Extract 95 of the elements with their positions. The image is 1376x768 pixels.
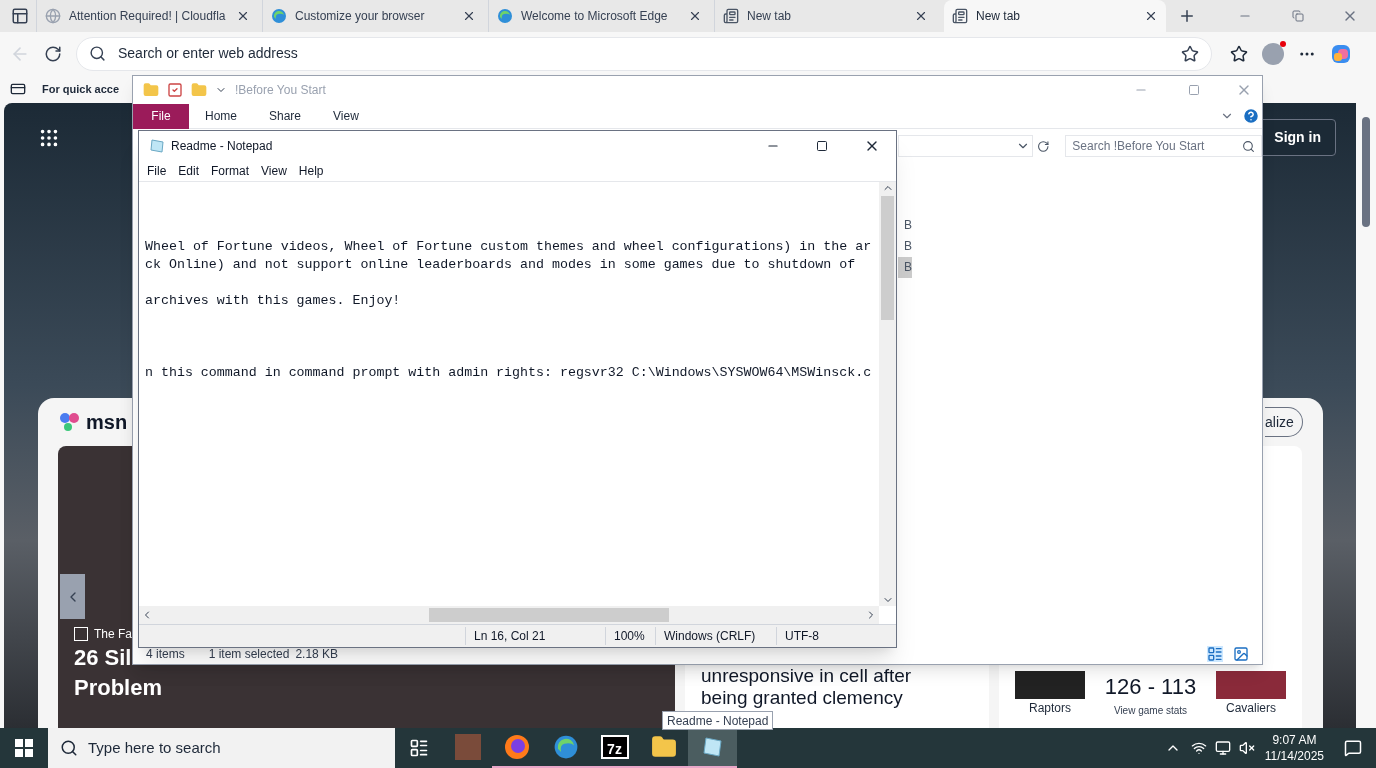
story-headline: being granted clemency <box>701 687 904 709</box>
notifications-icon[interactable] <box>1344 739 1362 757</box>
taskbar-app[interactable] <box>688 728 737 768</box>
search-icon <box>60 739 78 757</box>
close-icon[interactable] <box>236 9 250 23</box>
status-text: 4 items <box>146 646 185 663</box>
checkbox-icon[interactable] <box>167 82 183 98</box>
source-logo-icon <box>74 627 88 641</box>
text-line: archives with this games. Enjoy! <box>145 292 402 310</box>
ribbon-tab[interactable]: File <box>133 103 189 129</box>
menu-item[interactable]: File <box>141 162 173 180</box>
source-label: The Fa <box>94 626 132 643</box>
card-icon[interactable] <box>10 81 26 97</box>
window-title: Readme - Notepad <box>171 138 273 155</box>
scroll-thumb[interactable] <box>429 608 669 622</box>
notepad-icon <box>149 138 165 154</box>
archiver-logo: 7z <box>600 735 629 759</box>
hero-headline: Problem <box>74 674 163 702</box>
vertical-scrollbar[interactable] <box>879 182 896 606</box>
status-text: Ln 16, Col 21 <box>465 627 605 645</box>
ribbon-tab[interactable]: Home <box>189 103 253 129</box>
photo-placeholder <box>454 734 481 760</box>
browser-tab[interactable]: New tab <box>944 0 1166 32</box>
browser-logo-icon <box>271 8 287 24</box>
game-score: 126 - 113 <box>1104 673 1197 701</box>
size-cell-text: B <box>903 217 912 234</box>
favorites-icon[interactable] <box>1230 44 1248 63</box>
close-icon[interactable] <box>1144 9 1158 23</box>
taskbar-app[interactable]: 7z <box>590 728 639 768</box>
refresh-icon[interactable] <box>1036 139 1050 153</box>
close-icon[interactable] <box>688 9 702 23</box>
size-cell: B <box>898 257 912 278</box>
details-view-icon[interactable] <box>1207 646 1223 662</box>
hero-headline: 26 Sil <box>74 644 132 672</box>
search-icon <box>89 45 106 62</box>
team-logo <box>1216 671 1286 699</box>
globe-icon <box>45 8 61 24</box>
scroll-thumb[interactable] <box>881 196 894 320</box>
notepad-icon <box>700 735 725 759</box>
monitor-icon[interactable] <box>1214 740 1231 756</box>
menu-item[interactable]: Format <box>205 162 256 180</box>
size-cell-text: B <box>903 238 912 255</box>
taskbar-search-field[interactable]: Type here to search <box>48 728 395 768</box>
status-text: 2.18 KB <box>295 646 339 663</box>
text-line: ck Online) and not support online leaderboards and modes in some games due to shutdown of <box>145 256 857 274</box>
status-text: Windows (CRLF) <box>655 627 776 645</box>
fox-logo-icon <box>503 734 530 760</box>
refresh-icon[interactable] <box>44 44 62 63</box>
network-icon[interactable] <box>1190 740 1207 756</box>
close-icon[interactable] <box>914 9 928 23</box>
story-headline: unresponsive in cell after <box>701 665 913 687</box>
ribbon-tab[interactable]: View <box>317 103 375 129</box>
menu-item[interactable]: View <box>255 162 293 180</box>
team-name: Cavaliers <box>1226 700 1276 717</box>
menu-item[interactable]: Edit <box>172 162 206 180</box>
new-tab-icon[interactable] <box>1178 7 1196 25</box>
browser-logo-icon <box>497 8 513 24</box>
start-logo-icon[interactable] <box>15 739 33 757</box>
status-text: UTF-8 <box>776 627 886 645</box>
clock[interactable]: 9:07 AM 11/14/2025 <box>1258 732 1330 764</box>
search-icon <box>1242 139 1255 153</box>
tab-actions-icon[interactable] <box>11 7 29 25</box>
address-field[interactable]: Search or enter web address <box>76 36 1212 71</box>
restore-icon[interactable] <box>1292 10 1304 22</box>
team-logo <box>1015 671 1085 699</box>
text-line: Wheel of Fortune videos, Wheel of Fortune custom themes and wheel configurations) in the ar <box>145 238 873 256</box>
folder-icon <box>143 82 159 98</box>
menu-item[interactable]: Help <box>292 162 330 180</box>
page-icon <box>723 8 739 24</box>
large-icons-view-icon[interactable] <box>1233 646 1249 662</box>
task-view-icon[interactable] <box>409 738 429 758</box>
msn-logo-text: msn <box>86 410 128 435</box>
status-text: 1 item selected <box>208 646 290 663</box>
window-title: !Before You Start <box>235 82 326 99</box>
muted-speaker-icon[interactable] <box>1238 740 1255 756</box>
text-line: n this command in command prompt with admin rights: regsvr32 C:\Windows\SYSWOW64\MSWinsck.c <box>145 364 873 382</box>
butterfly-logo-icon <box>58 410 82 434</box>
favorites-bar-text: For quick acce <box>42 81 120 97</box>
browser-logo-icon <box>552 734 579 760</box>
favorite-star-icon[interactable] <box>1181 44 1199 63</box>
tooltip: Readme - Notepad <box>662 711 774 730</box>
horizontal-scrollbar[interactable] <box>139 606 879 624</box>
ribbon-tab[interactable]: Share <box>253 103 318 129</box>
game-stats-link[interactable]: View game stats <box>1113 703 1188 718</box>
help-icon[interactable] <box>1242 107 1260 125</box>
folder-icon <box>650 734 677 760</box>
profile-avatar[interactable] <box>1262 42 1284 65</box>
explorer-search-field[interactable]: Search !Before You Start <box>1065 135 1262 157</box>
close-icon[interactable] <box>462 9 476 23</box>
address-field[interactable] <box>898 135 1033 157</box>
status-text: 100% <box>605 627 655 645</box>
team-name: Raptors <box>1029 700 1071 717</box>
page-icon <box>952 8 968 24</box>
maximize-icon[interactable] <box>816 140 828 152</box>
assistant-logo-icon[interactable] <box>1330 42 1352 65</box>
